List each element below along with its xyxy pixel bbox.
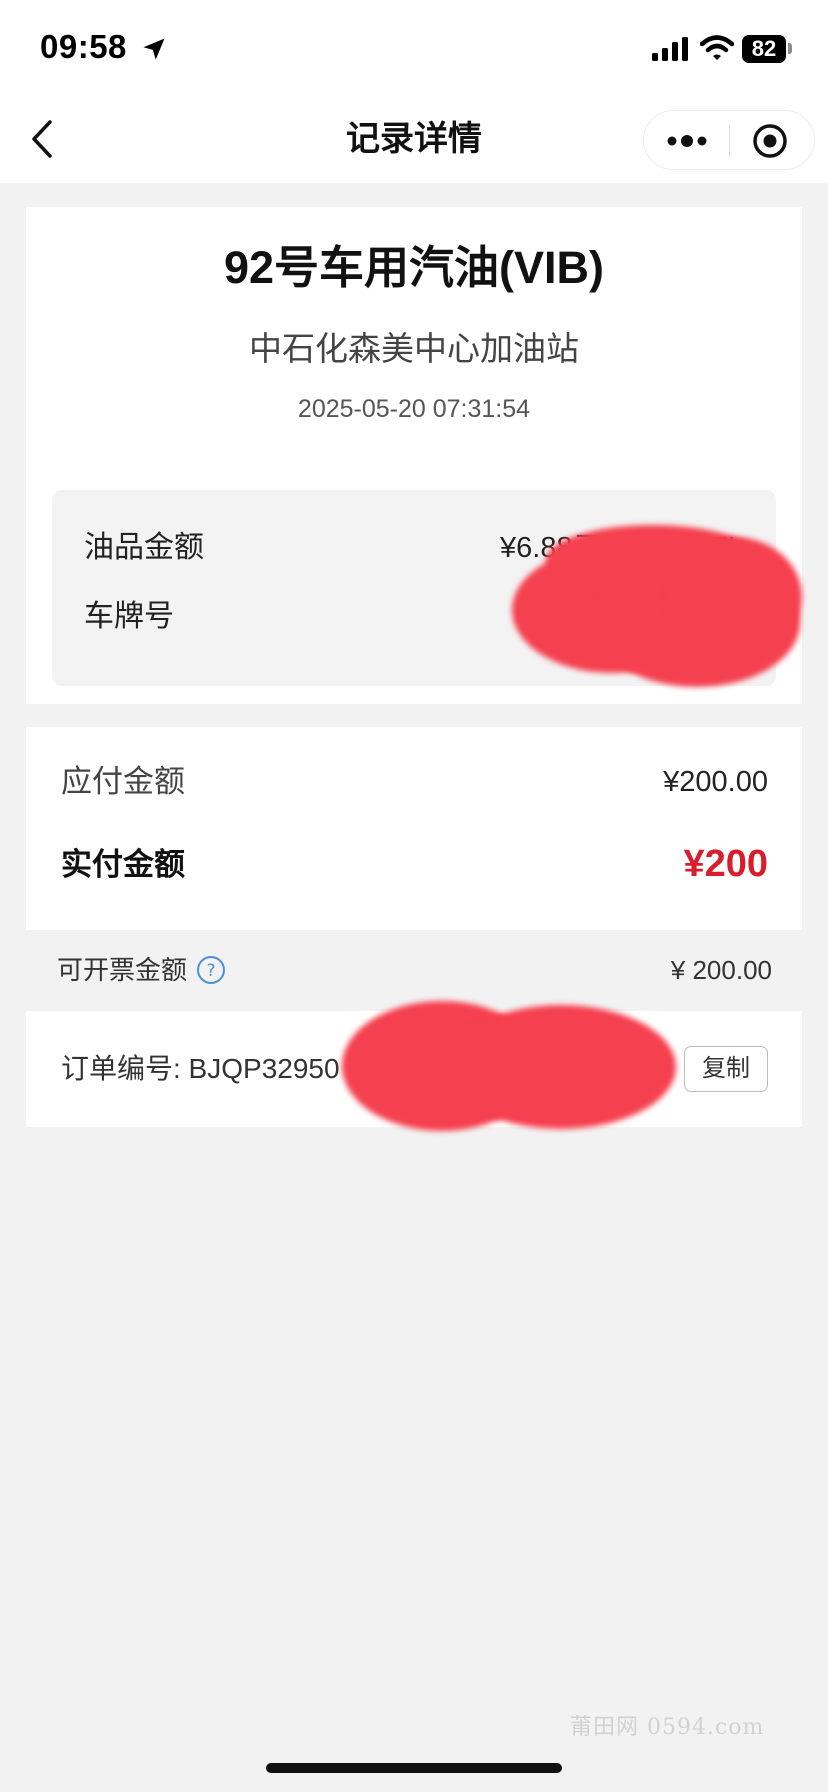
close-target-icon[interactable]	[752, 123, 788, 159]
capsule-divider	[729, 125, 730, 157]
invoice-amount-label: 可开票金额	[57, 955, 188, 985]
copy-button[interactable]: 复制	[684, 1046, 768, 1092]
help-question-icon[interactable]: ?	[196, 955, 226, 985]
battery-indicator: 82	[742, 35, 786, 63]
back-chevron-icon[interactable]	[28, 116, 58, 162]
status-time: 09:58	[40, 28, 127, 65]
station-name: 中石化森美中心加油站	[249, 330, 579, 367]
payable-label: 应付金额	[61, 764, 185, 799]
battery-tip	[788, 43, 792, 54]
payment-card: 应付金额 ¥200.00 实付金额 ¥200	[26, 727, 802, 930]
svg-text:?: ?	[206, 961, 215, 981]
order-card: 订单编号: BJQP32950 复制	[26, 1001, 802, 1131]
top-bar: 09:58 82 记录详情	[0, 0, 828, 183]
location-arrow-icon	[143, 38, 165, 60]
watermark: 莆田网 0594.com	[570, 1715, 765, 1740]
order-number: 订单编号: BJQP32950	[61, 1053, 340, 1084]
wifi-icon	[700, 35, 734, 60]
plate-label: 车牌号	[84, 600, 174, 633]
oil-amount-label: 油品金额	[84, 531, 204, 564]
payable-value: ¥200.00	[663, 766, 768, 798]
home-indicator[interactable]	[266, 1763, 562, 1773]
record-datetime: 2025-05-20 07:31:54	[297, 395, 531, 423]
record-card: 92号车用汽油(VIB) 中石化森美中心加油站 2025-05-20 07:31…	[26, 207, 802, 704]
page-title: 记录详情	[346, 120, 482, 158]
cellular-signal-icon	[652, 37, 688, 61]
fuel-name: 92号车用汽油(VIB)	[223, 242, 605, 293]
paid-value: ¥200	[683, 843, 768, 885]
paid-label: 实付金额	[61, 847, 185, 882]
invoice-amount-value: ¥ 200.00	[670, 955, 772, 985]
mini-program-capsule	[643, 110, 815, 170]
more-dots-icon[interactable]	[664, 125, 710, 157]
